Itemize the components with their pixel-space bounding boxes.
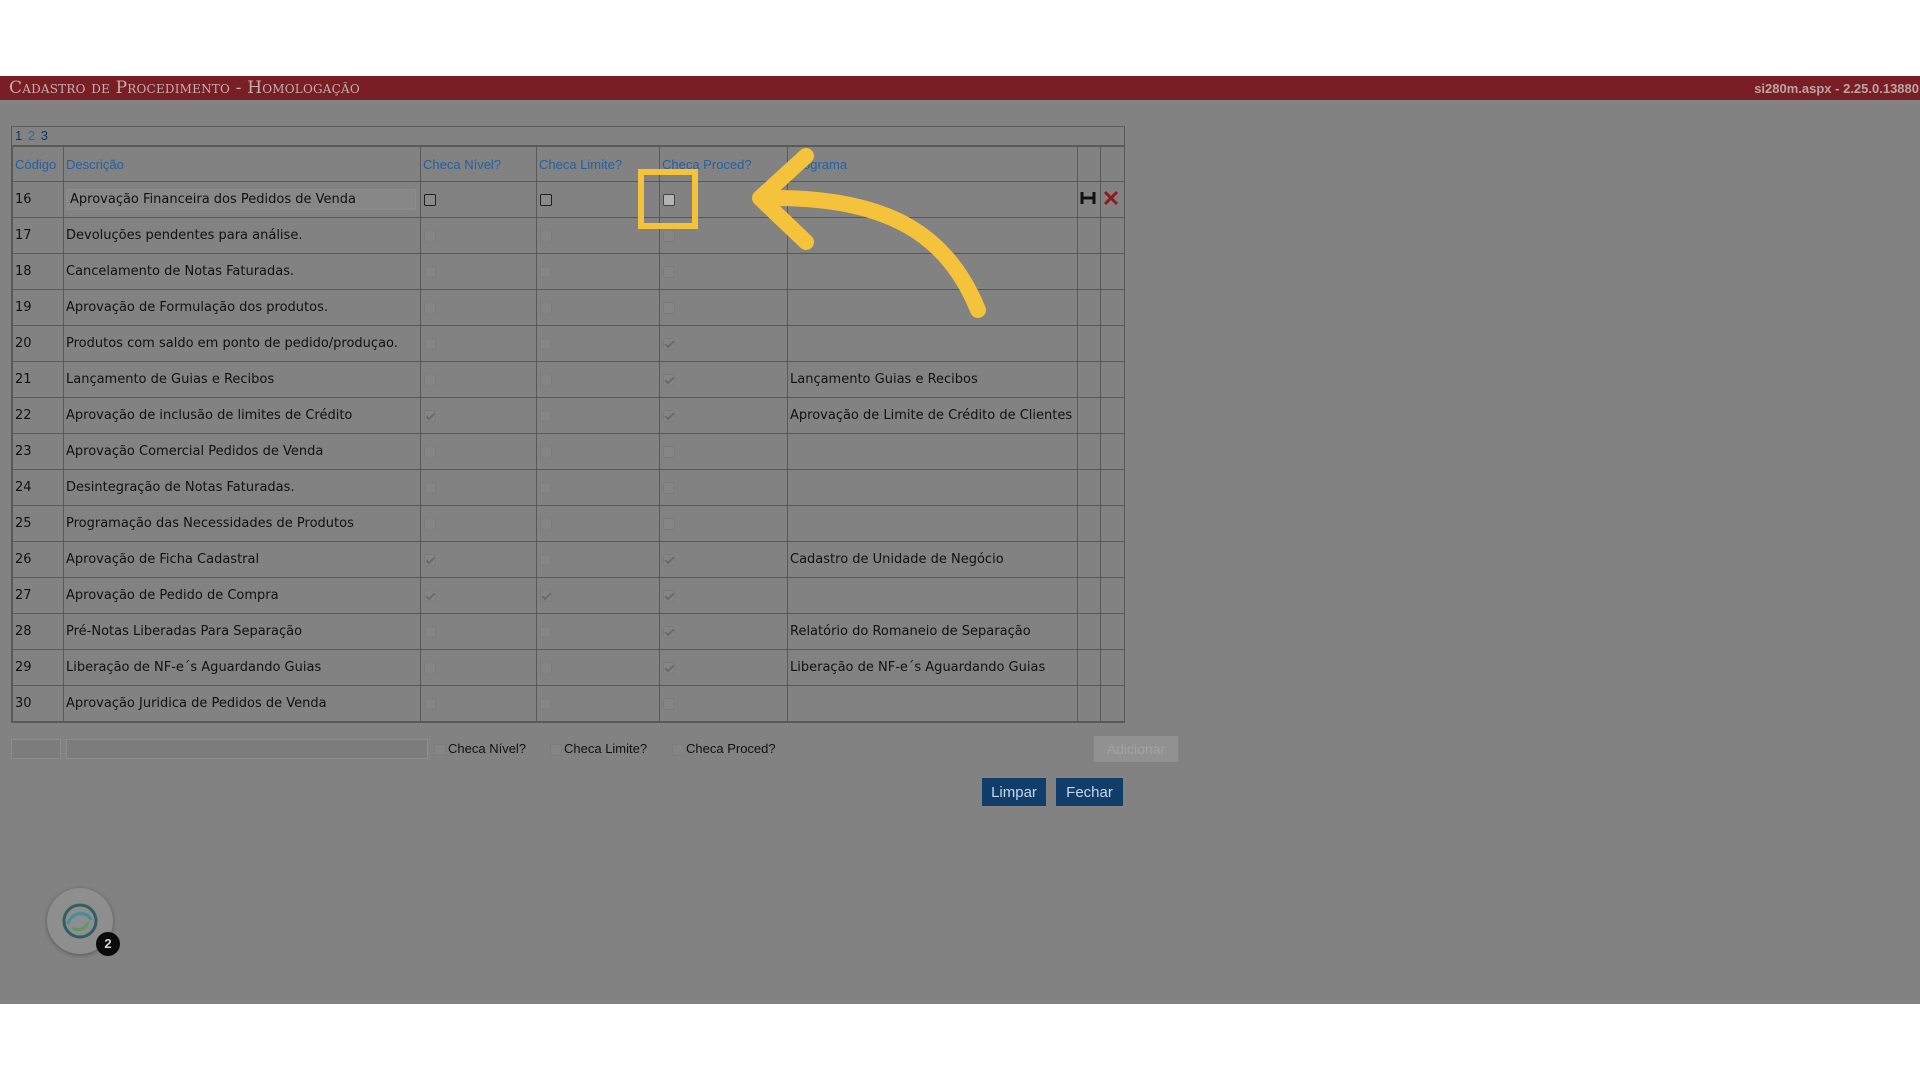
highlight-box: [638, 169, 698, 229]
annotation-overlay: [638, 148, 986, 318]
arrow-annotation: [752, 148, 986, 318]
app-window: Cadastro de Procedimento - Homologação s…: [0, 76, 1920, 1004]
